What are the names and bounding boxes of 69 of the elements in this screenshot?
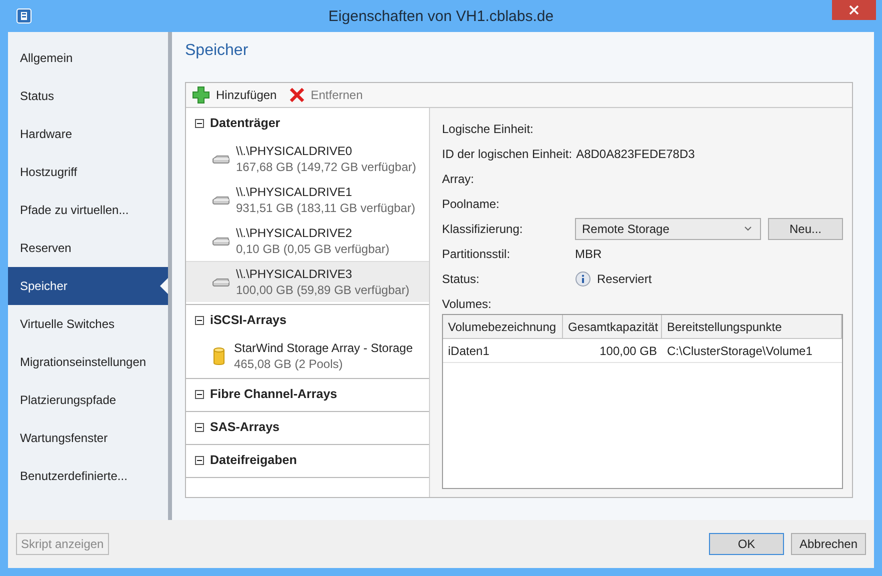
item-name: \\.\PHYSICALDRIVE0 <box>236 142 354 158</box>
window-title: Eigenschaften von VH1.cblabs.de <box>328 8 554 24</box>
new-button[interactable]: Neu... <box>768 218 843 240</box>
column-header[interactable]: Gesamtkapazität <box>563 315 662 338</box>
sidebar-item[interactable]: Migrationseinstellungen <box>8 343 168 381</box>
group-label: Dateifreigaben <box>210 453 297 467</box>
field-label: Klassifizierung: <box>442 222 524 236</box>
column-header[interactable]: Volumebezeichnung <box>443 315 563 338</box>
sidebar-item[interactable]: Wartungsfenster <box>8 419 168 457</box>
cancel-button[interactable]: Abbrechen <box>791 533 866 555</box>
group-label: Datenträger <box>210 116 280 130</box>
sidebar-item[interactable]: Hardware <box>8 115 168 153</box>
sidebar-item[interactable]: Speicher <box>8 267 168 305</box>
tree-item[interactable]: \\.\PHYSICALDRIVE3 100,00 GB (59,89 GB verfügbar) <box>186 261 429 302</box>
table-cell-text: iDaten1 <box>447 342 490 360</box>
group-label: Fibre Channel-Arrays <box>210 387 338 401</box>
table-cell-text: C:\ClusterStorage\Volume1 <box>666 342 814 360</box>
cylinder-icon <box>212 346 226 366</box>
sidebar-item[interactable]: Platzierungspfade <box>8 381 168 419</box>
item-detail: 100,00 GB (59,89 GB verfügbar) <box>236 282 410 298</box>
sidebar-item[interactable]: Benutzerdefinierte... <box>8 457 168 495</box>
item-detail: 0,10 GB (0,05 GB verfügbar) <box>236 240 390 256</box>
field-label: Poolname: <box>442 196 500 210</box>
sidebar-item[interactable]: Virtuelle Switches <box>8 305 168 343</box>
collapse-toggle[interactable] <box>195 422 204 432</box>
table-cell-text: 100,00 GB <box>598 342 658 360</box>
collapse-toggle[interactable] <box>195 456 204 464</box>
field-label: Volumes: <box>442 296 492 313</box>
info-icon <box>575 270 591 286</box>
item-name: \\.\PHYSICALDRIVE1 <box>236 184 354 200</box>
collapse-toggle[interactable] <box>195 316 204 324</box>
plus-icon <box>192 86 210 104</box>
collapse-toggle[interactable] <box>195 390 204 398</box>
group-label: SAS-Arrays <box>210 420 280 434</box>
classification-dropdown[interactable]: Remote Storage <box>575 218 761 240</box>
add-button[interactable]: Hinzufügen <box>190 86 279 104</box>
group-label: iSCSI-Arrays <box>210 313 286 327</box>
tree-item[interactable]: \\.\PHYSICALDRIVE2 0,10 GB (0,05 GB verfügbar) <box>186 220 429 261</box>
field-label: Status: <box>442 272 480 286</box>
tree-item[interactable]: \\.\PHYSICALDRIVE0 167,68 GB (149,72 GB verfügbar) <box>186 138 429 179</box>
sidebar-item[interactable]: Hostzugriff <box>8 153 168 191</box>
ok-button[interactable]: OK <box>709 533 784 555</box>
item-name: \\.\PHYSICALDRIVE3 <box>236 266 354 282</box>
field-value: MBR <box>575 246 602 260</box>
sidebar-item[interactable]: Allgemein <box>8 39 168 77</box>
item-detail: 465,08 GB (2 Pools) <box>234 356 344 372</box>
field-label: Array: <box>442 172 476 186</box>
sidebar-item[interactable]: Pfade zu virtuellen... <box>8 191 168 229</box>
field-label: Logische Einheit: <box>442 122 534 136</box>
chevron-icon <box>744 226 752 231</box>
collapse-toggle[interactable] <box>195 118 204 128</box>
field-label: Partitionsstil: <box>442 246 512 260</box>
close-icon <box>849 5 859 15</box>
tree-item[interactable]: \\.\PHYSICALDRIVE1 931,51 GB (183,11 GB verfügbar) <box>186 179 429 220</box>
sidebar-item[interactable]: Status <box>8 77 168 115</box>
sidebar-item[interactable]: Reserven <box>8 229 168 267</box>
item-detail: 931,51 GB (183,11 GB verfügbar) <box>236 200 416 216</box>
item-name: \\.\PHYSICALDRIVE2 <box>236 224 354 240</box>
section-heading: Speicher <box>185 41 250 58</box>
close-button[interactable] <box>832 0 876 20</box>
cross-icon <box>288 87 305 103</box>
field-label: ID der logischen Einheit: <box>442 146 572 160</box>
item-detail: 167,68 GB (149,72 GB verfügbar) <box>236 158 416 174</box>
item-name: StarWind Storage Array - Storage <box>234 340 413 356</box>
column-header[interactable]: Bereitstellungspunkte <box>662 315 842 338</box>
field-value: A8D0A823FEDE78D3 <box>576 146 695 160</box>
status-value: Reserviert <box>597 272 652 286</box>
app-icon <box>16 8 32 24</box>
tree-item[interactable]: StarWind Storage Array - Storage 465,08 GB (2 Pools) <box>186 335 429 376</box>
